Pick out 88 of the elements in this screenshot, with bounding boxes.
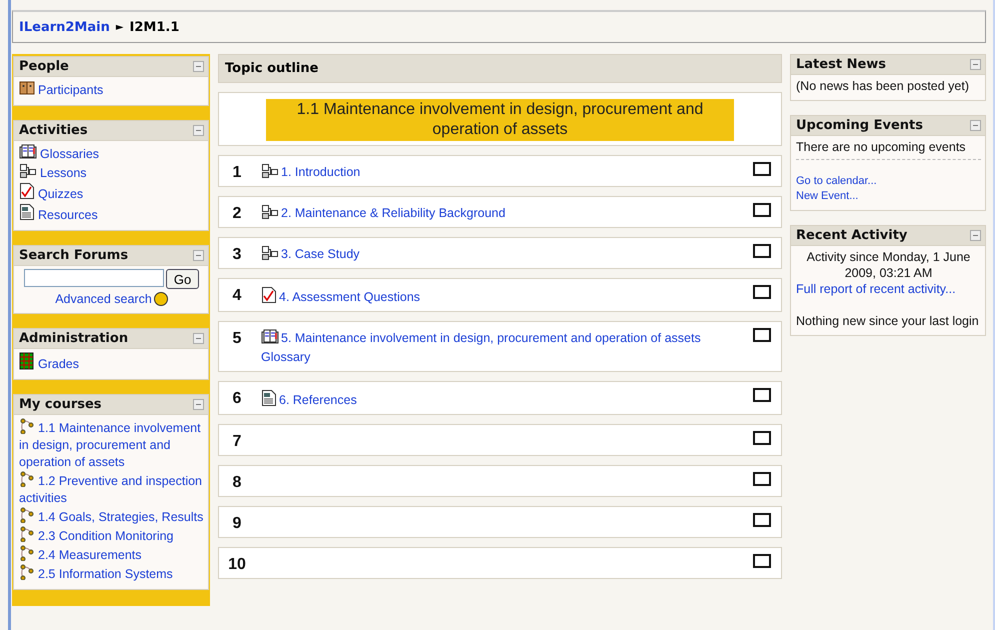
collapse-icon[interactable] bbox=[193, 61, 204, 72]
book-icon bbox=[261, 329, 279, 345]
highlight-toggle-icon[interactable] bbox=[753, 328, 771, 342]
molecule-dots-icon bbox=[19, 507, 35, 523]
book-icon bbox=[19, 144, 37, 160]
block-link[interactable]: Participants bbox=[19, 80, 204, 99]
block-title: Upcoming Events bbox=[796, 118, 923, 133]
collapse-icon[interactable] bbox=[970, 230, 981, 241]
block-title: Recent Activity bbox=[796, 228, 908, 243]
checked-document-icon bbox=[261, 286, 277, 304]
course-link[interactable]: 2.5 Information Systems bbox=[19, 564, 204, 583]
activity-link[interactable]: 1. Introduction bbox=[261, 163, 745, 182]
collapse-icon[interactable] bbox=[970, 59, 981, 70]
activity-link[interactable]: 6. References bbox=[261, 389, 745, 410]
topic-outline-header: Topic outline bbox=[218, 54, 782, 83]
highlight-toggle-icon[interactable] bbox=[753, 431, 771, 445]
block-title: Administration bbox=[19, 331, 128, 346]
section-number: 5 bbox=[232, 329, 242, 349]
document-icon bbox=[261, 389, 277, 407]
collapse-icon[interactable] bbox=[193, 333, 204, 344]
people-icon bbox=[19, 80, 35, 96]
block-title: My courses bbox=[19, 397, 102, 412]
report-link[interactable]: Full report of recent activity... bbox=[796, 281, 981, 297]
highlight-toggle-icon[interactable] bbox=[753, 244, 771, 258]
section-number: 3 bbox=[232, 245, 242, 265]
activity-link[interactable]: 2. Maintenance & Reliability Background bbox=[261, 204, 745, 223]
block-link[interactable]: Lessons bbox=[19, 163, 204, 182]
section-number: 7 bbox=[232, 432, 242, 452]
breadcrumb-separator: ► bbox=[116, 22, 124, 32]
highlight-toggle-icon[interactable] bbox=[753, 554, 771, 568]
flowchart-icon bbox=[261, 245, 279, 261]
course-link[interactable]: 1.1 Maintenance involvement in design, procurement and operation of assets bbox=[19, 418, 204, 471]
highlight-toggle-icon[interactable] bbox=[753, 513, 771, 527]
breadcrumb-link[interactable]: ILearn2Main bbox=[19, 20, 110, 34]
advanced-search-link[interactable]: Advanced search bbox=[55, 291, 152, 307]
block-link[interactable]: Grades bbox=[19, 352, 204, 373]
go-button[interactable]: Go bbox=[166, 269, 200, 289]
activity-link[interactable]: 4. Assessment Questions bbox=[261, 286, 745, 307]
block-text: Nothing new since your last login bbox=[796, 313, 980, 329]
highlight-toggle-icon[interactable] bbox=[753, 285, 771, 299]
section-number: 6 bbox=[232, 389, 242, 409]
course-summary: 1.1 Maintenance involvement in design, procurement and operation of assets bbox=[266, 99, 734, 141]
molecule-dots-icon bbox=[19, 418, 35, 434]
highlight-toggle-icon[interactable] bbox=[753, 472, 771, 486]
section-number: 4 bbox=[232, 286, 242, 306]
breadcrumb-current: I2M1.1 bbox=[130, 20, 180, 34]
course-link[interactable]: 1.4 Goals, Strategies, Results bbox=[19, 507, 204, 526]
section-number: 10 bbox=[227, 555, 247, 575]
section-number: 9 bbox=[232, 514, 242, 534]
highlight-toggle-icon[interactable] bbox=[753, 162, 771, 176]
collapse-icon[interactable] bbox=[193, 399, 204, 410]
molecule-dots-icon bbox=[19, 545, 35, 561]
highlight-toggle-icon[interactable] bbox=[753, 388, 771, 402]
block-link[interactable]: Resources bbox=[19, 203, 204, 224]
help-icon[interactable] bbox=[154, 292, 168, 306]
activity-since-text: Activity since Monday, 1 June 2009, 03:21 AM bbox=[806, 249, 972, 281]
notice-text: There are no upcoming events bbox=[796, 139, 981, 160]
block-title: Search Forums bbox=[19, 248, 128, 263]
molecule-dots-icon bbox=[19, 564, 35, 580]
course-link[interactable]: 2.4 Measurements bbox=[19, 545, 204, 564]
collapse-icon[interactable] bbox=[193, 125, 204, 136]
block-text: (No news has been posted yet) bbox=[796, 78, 970, 94]
event-link[interactable]: Go to calendar... bbox=[796, 174, 981, 189]
section-number: 2 bbox=[232, 204, 242, 224]
course-link[interactable]: 2.3 Condition Monitoring bbox=[19, 526, 204, 545]
flowchart-icon bbox=[261, 163, 279, 179]
event-link[interactable]: New Event... bbox=[796, 189, 981, 204]
molecule-dots-icon bbox=[19, 471, 35, 487]
document-icon bbox=[19, 203, 35, 221]
block-title: People bbox=[19, 59, 69, 74]
block-title: Latest News bbox=[796, 57, 886, 72]
flowchart-icon bbox=[19, 163, 37, 179]
collapse-icon[interactable] bbox=[193, 250, 204, 261]
checked-document-icon bbox=[19, 182, 35, 200]
block-title: Activities bbox=[19, 123, 88, 138]
section-number: 8 bbox=[232, 473, 242, 493]
section-number: 1 bbox=[232, 163, 242, 183]
activity-link[interactable]: 5. Maintenance involvement in design, procurement and operation of assets Glossary bbox=[261, 329, 745, 367]
block-link[interactable]: Glossaries bbox=[19, 144, 204, 163]
collapse-icon[interactable] bbox=[970, 120, 981, 131]
course-link[interactable]: 1.2 Preventive and inspection activities bbox=[19, 471, 204, 507]
flowchart-icon bbox=[261, 204, 279, 220]
activity-link[interactable]: 3. Case Study bbox=[261, 245, 745, 264]
molecule-dots-icon bbox=[19, 526, 35, 542]
block-link[interactable]: Quizzes bbox=[19, 182, 204, 203]
spreadsheet-icon bbox=[19, 352, 35, 370]
search-field[interactable] bbox=[24, 269, 164, 287]
highlight-toggle-icon[interactable] bbox=[753, 203, 771, 217]
